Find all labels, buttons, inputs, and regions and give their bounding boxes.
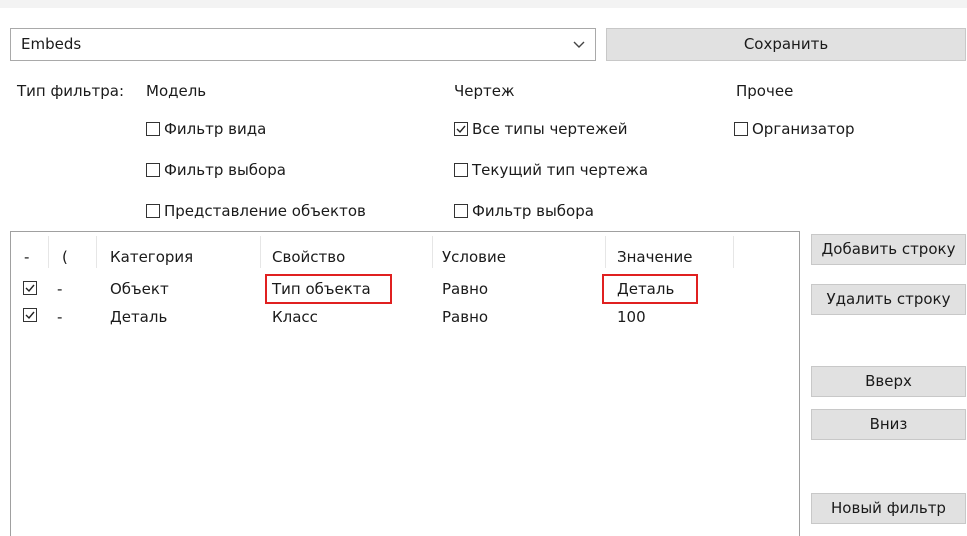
- move-down-button[interactable]: Вниз: [811, 409, 966, 440]
- column-divider[interactable]: [260, 236, 261, 268]
- delete-row-button[interactable]: Удалить строку: [811, 284, 966, 315]
- row-condition[interactable]: Равно: [442, 308, 488, 326]
- row-category[interactable]: Объект: [110, 280, 169, 298]
- row-dash: -: [57, 308, 63, 326]
- other-heading: Прочее: [736, 82, 794, 100]
- save-button[interactable]: Сохранить: [606, 28, 966, 61]
- checkmark-icon: [456, 125, 466, 134]
- highlight-box-value: [602, 274, 698, 304]
- top-divider: [0, 0, 967, 8]
- column-divider[interactable]: [432, 236, 433, 268]
- column-divider[interactable]: [605, 236, 606, 268]
- column-header-condition[interactable]: Условие: [442, 248, 506, 266]
- row-property[interactable]: Класс: [272, 308, 318, 326]
- checkbox-label: Фильтр выбора: [164, 161, 286, 179]
- column-header-value[interactable]: Значение: [617, 248, 693, 266]
- add-row-button[interactable]: Добавить строку: [811, 234, 966, 265]
- column-divider[interactable]: [48, 236, 49, 268]
- column-divider[interactable]: [733, 236, 734, 268]
- checkbox-object-representation[interactable]: Представление объектов: [146, 202, 366, 220]
- row-enabled-checkbox[interactable]: [23, 281, 37, 295]
- row-dash: -: [57, 280, 63, 298]
- checkmark-icon: [25, 311, 35, 320]
- new-filter-button[interactable]: Новый фильтр: [811, 493, 966, 524]
- filter-dialog: Embeds Сохранить Тип фильтра: Модель Чер…: [0, 0, 967, 536]
- checkbox-label: Текущий тип чертежа: [472, 161, 649, 179]
- column-header-category[interactable]: Категория: [110, 248, 193, 266]
- checkbox-all-drawing-types[interactable]: Все типы чертежей: [454, 120, 628, 138]
- checkbox-box[interactable]: [734, 122, 748, 136]
- column-divider[interactable]: [96, 236, 97, 268]
- drawing-heading: Чертеж: [454, 82, 515, 100]
- checkbox-box[interactable]: [454, 204, 468, 218]
- checkbox-organizer[interactable]: Организатор: [734, 120, 855, 138]
- preset-combobox[interactable]: Embeds: [10, 28, 596, 61]
- highlight-box-property: [265, 274, 392, 304]
- checkbox-label: Организатор: [752, 120, 855, 138]
- move-up-button[interactable]: Вверх: [811, 366, 966, 397]
- checkbox-label: Фильтр вида: [164, 120, 267, 138]
- checkbox-current-drawing-type[interactable]: Текущий тип чертежа: [454, 161, 648, 179]
- checkbox-box[interactable]: [454, 163, 468, 177]
- model-heading: Модель: [146, 82, 207, 100]
- checkbox-label: Фильтр выбора: [472, 202, 594, 220]
- row-value[interactable]: 100: [617, 308, 646, 326]
- row-enabled-checkbox[interactable]: [23, 308, 37, 322]
- column-header-dash[interactable]: -: [24, 248, 29, 266]
- checkbox-selection-filter[interactable]: Фильтр выбора: [146, 161, 286, 179]
- preset-combobox-value: Embeds: [21, 35, 82, 53]
- checkbox-box[interactable]: [146, 163, 160, 177]
- checkbox-box[interactable]: [146, 204, 160, 218]
- checkbox-view-filter[interactable]: Фильтр вида: [146, 120, 266, 138]
- row-category[interactable]: Деталь: [110, 308, 167, 326]
- checkbox-drawing-selection-filter[interactable]: Фильтр выбора: [454, 202, 594, 220]
- chevron-down-icon[interactable]: [571, 36, 587, 52]
- checkbox-box-checked[interactable]: [454, 122, 468, 136]
- checkmark-icon: [25, 284, 35, 293]
- row-condition[interactable]: Равно: [442, 280, 488, 298]
- filter-type-label: Тип фильтра:: [17, 82, 124, 100]
- checkbox-box[interactable]: [146, 122, 160, 136]
- checkbox-label: Все типы чертежей: [472, 120, 628, 138]
- filter-rules-grid[interactable]: - ( Категория Свойство Условие Значение …: [10, 231, 800, 536]
- checkbox-label: Представление объектов: [164, 202, 366, 220]
- column-header-property[interactable]: Свойство: [272, 248, 345, 266]
- column-header-paren[interactable]: (: [62, 248, 68, 266]
